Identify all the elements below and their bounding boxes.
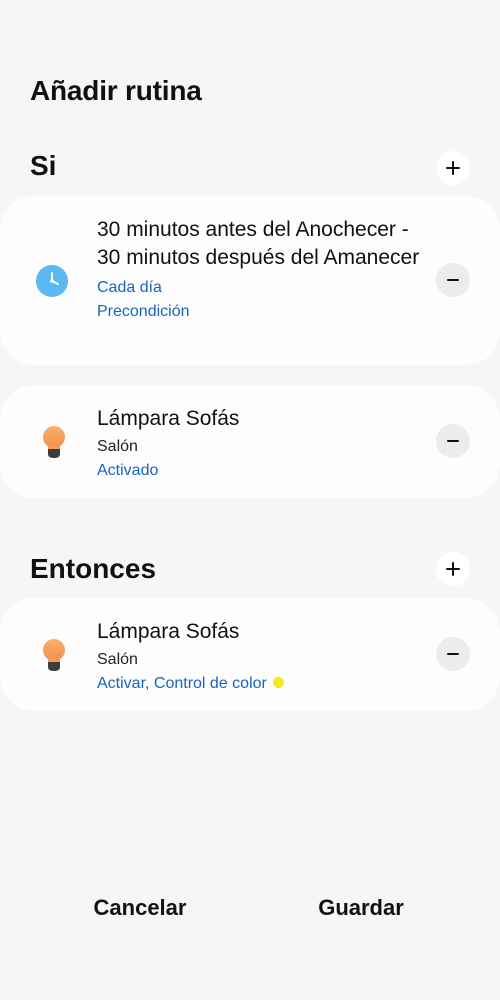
device-room: Salón — [97, 438, 138, 455]
device-state-link[interactable]: Activado — [97, 459, 420, 483]
repeat-link[interactable]: Cada día — [97, 276, 420, 300]
action-card-device[interactable]: Lámpara Sofás Salón Activar, Control de … — [0, 598, 500, 711]
then-section-title: Entonces — [30, 553, 157, 584]
minus-icon — [447, 279, 459, 281]
remove-action-button[interactable] — [436, 637, 470, 671]
clock-icon — [35, 264, 69, 303]
plus-icon — [446, 161, 460, 175]
if-section-title: Si — [30, 150, 57, 181]
precondition-link[interactable]: Precondición — [97, 300, 420, 324]
minus-icon — [447, 653, 459, 655]
save-button[interactable]: Guardar — [281, 895, 441, 921]
condition-title: 30 minutos antes del Anochecer - 30 minu… — [97, 218, 420, 269]
add-action-button[interactable] — [436, 552, 470, 586]
action-setting-label: Activar, Control de color — [97, 675, 267, 692]
device-name: Lámpara Sofás — [97, 620, 240, 643]
condition-card-time[interactable]: 30 minutos antes del Anochecer - 30 minu… — [0, 196, 500, 365]
add-condition-button[interactable] — [436, 151, 470, 185]
lightbulb-icon — [41, 638, 67, 677]
color-swatch — [272, 677, 284, 689]
page-title: Añadir rutina — [30, 75, 202, 106]
plus-icon — [446, 562, 460, 576]
remove-condition-button[interactable] — [436, 424, 470, 458]
condition-card-device[interactable]: Lámpara Sofás Salón Activado — [0, 385, 500, 498]
action-setting-link[interactable]: Activar, Control de color — [97, 672, 420, 696]
lightbulb-icon — [41, 425, 67, 464]
minus-icon — [447, 440, 459, 442]
cancel-button[interactable]: Cancelar — [60, 895, 220, 921]
device-name: Lámpara Sofás — [97, 407, 240, 430]
device-room: Salón — [97, 651, 138, 668]
remove-condition-button[interactable] — [436, 263, 470, 297]
